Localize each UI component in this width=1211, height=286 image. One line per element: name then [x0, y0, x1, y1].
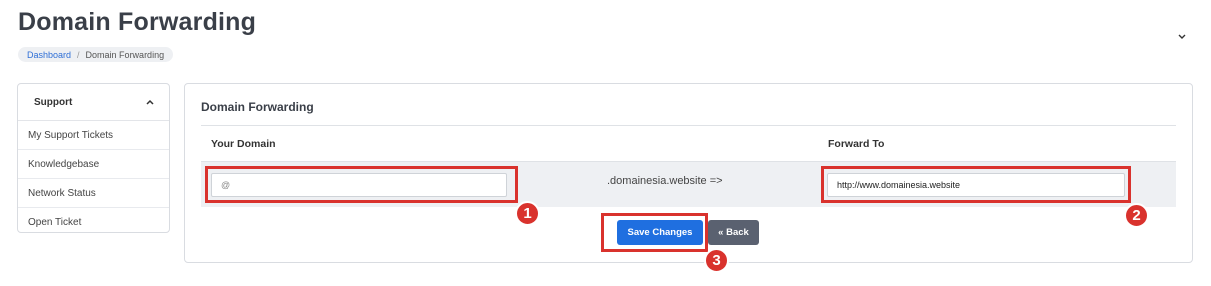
highlight-box-save-button: [601, 213, 708, 252]
domain-suffix-text: .domainesia.website =>: [607, 175, 723, 187]
sidebar-item-open-ticket[interactable]: Open Ticket: [18, 208, 169, 232]
page: Domain Forwarding Dashboard / Domain For…: [0, 0, 1211, 286]
column-header-forward-to: Forward To: [828, 138, 885, 150]
sidebar-item-network-status[interactable]: Network Status: [18, 179, 169, 208]
annotation-badge-2: 2: [1124, 203, 1149, 228]
support-sidebar: Support My Support Tickets Knowledgebase…: [17, 83, 170, 233]
breadcrumb: Dashboard / Domain Forwarding: [18, 47, 174, 62]
back-button[interactable]: « Back: [708, 220, 759, 245]
chevron-up-icon[interactable]: [145, 97, 155, 107]
annotation-badge-3: 3: [704, 248, 729, 273]
card-divider: [201, 125, 1176, 126]
page-title: Domain Forwarding: [18, 8, 257, 36]
highlight-box-forward-to: [821, 166, 1131, 203]
sidebar-item-knowledgebase[interactable]: Knowledgebase: [18, 150, 169, 179]
annotation-badge-1: 1: [515, 201, 540, 226]
chevron-down-icon[interactable]: [1176, 30, 1188, 42]
breadcrumb-current: Domain Forwarding: [85, 49, 165, 60]
sidebar-item-my-support-tickets[interactable]: My Support Tickets: [18, 121, 169, 150]
sidebar-title: Support: [34, 96, 73, 108]
sidebar-header[interactable]: Support: [18, 84, 169, 121]
breadcrumb-separator: /: [77, 49, 80, 60]
column-header-your-domain: Your Domain: [211, 138, 276, 150]
breadcrumb-dashboard-link[interactable]: Dashboard: [27, 50, 71, 60]
card-title: Domain Forwarding: [201, 100, 314, 114]
highlight-box-your-domain: [205, 166, 518, 203]
